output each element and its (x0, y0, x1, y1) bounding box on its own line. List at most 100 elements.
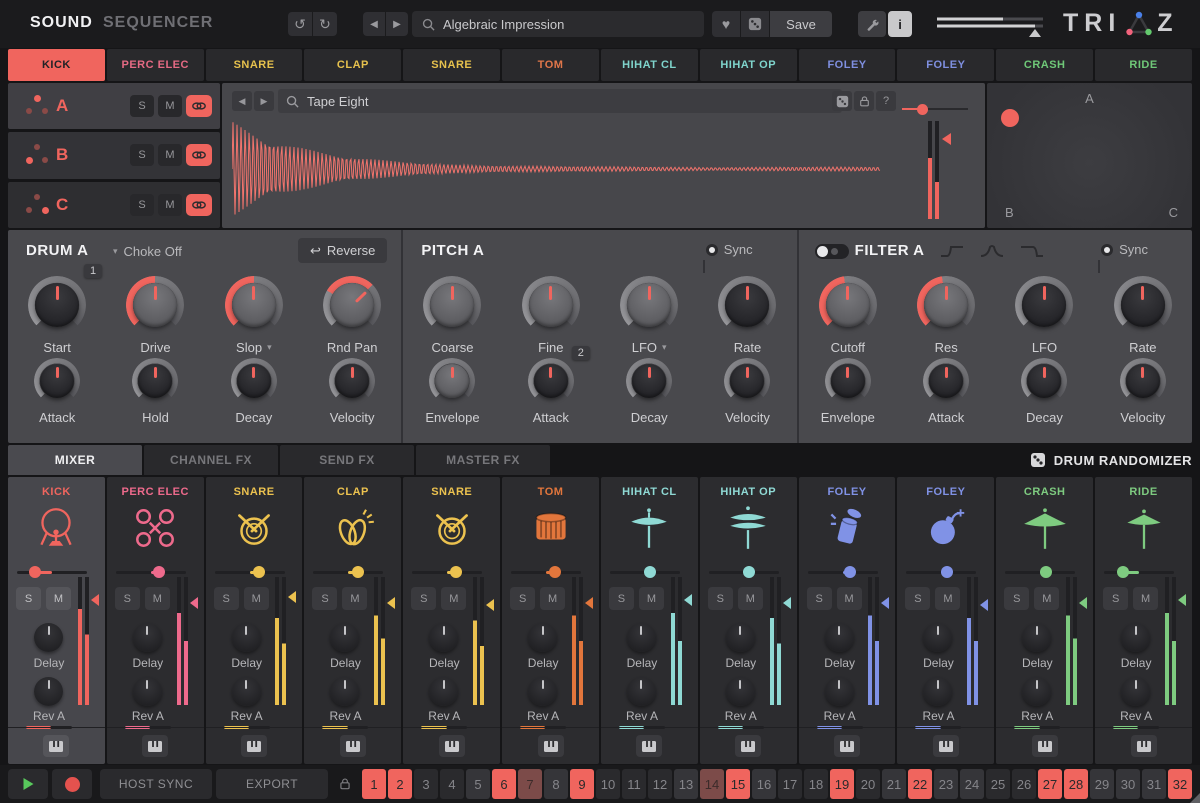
drum-pad-foley[interactable]: FOLEY (897, 49, 994, 81)
slider-handle[interactable] (153, 566, 165, 578)
pitch-sync-radio[interactable]: Sync (706, 242, 753, 257)
slider-handle[interactable] (644, 566, 656, 578)
tab-send-fx[interactable]: SEND FX (280, 445, 414, 475)
resize-handle[interactable] (1190, 793, 1200, 803)
filter-attack-knob[interactable] (923, 358, 969, 404)
host-sync-button[interactable]: HOST SYNC (100, 769, 212, 799)
step-7[interactable]: 7 (518, 769, 542, 799)
pitch-rate-knob[interactable] (718, 276, 776, 334)
pitch-lfo-dropdown[interactable]: LFO▾ (632, 340, 667, 355)
channel-mute-button[interactable]: M (244, 587, 269, 610)
channel-solo-button[interactable]: S (708, 587, 733, 610)
channel-reverb-knob[interactable] (726, 677, 755, 706)
layer-mute-button[interactable]: M (158, 194, 182, 216)
channel-volume-slider[interactable] (1005, 566, 1075, 578)
mixer-channel-foley[interactable]: FOLEYSMDelayRev A (799, 477, 896, 764)
channel-mute-button[interactable]: M (935, 587, 960, 610)
channel-keyboard-button[interactable] (142, 735, 168, 757)
next-preset-button[interactable]: ▶ (386, 12, 408, 36)
slider-handle[interactable] (1040, 566, 1052, 578)
channel-delay-knob[interactable] (232, 623, 261, 652)
channel-delay-knob[interactable] (627, 623, 656, 652)
channel-solo-button[interactable]: S (1103, 587, 1128, 610)
filter-envelope-knob[interactable] (825, 358, 871, 404)
channel-volume-slider[interactable] (116, 566, 186, 578)
step-6[interactable]: 6 (492, 769, 516, 799)
channel-volume-slider[interactable] (1104, 566, 1174, 578)
channel-solo-button[interactable]: S (214, 587, 239, 610)
channel-reverb-knob[interactable] (923, 677, 952, 706)
drum-start-knob[interactable]: 1 (28, 276, 86, 334)
undo-button[interactable]: ↺ (288, 12, 312, 36)
drum-pad-foley[interactable]: FOLEY (799, 49, 896, 81)
slider-handle[interactable] (941, 566, 953, 578)
channel-solo-button[interactable]: S (807, 587, 832, 610)
favorite-button[interactable]: ♥ (712, 11, 740, 37)
slider-handle[interactable] (29, 566, 41, 578)
filter-decay-knob[interactable] (1021, 358, 1067, 404)
slider-handle[interactable] (450, 566, 462, 578)
lowpass-icon[interactable] (1019, 244, 1045, 258)
channel-solo-button[interactable]: S (609, 587, 634, 610)
channel-mute-button[interactable]: M (837, 587, 862, 610)
mixer-channel-hihat-op[interactable]: HIHAT OPSMDelayRev A (700, 477, 797, 764)
pitch-attack-knob[interactable]: 2 (528, 358, 574, 404)
channel-solo-button[interactable]: S (312, 587, 337, 610)
slider-handle[interactable] (1117, 566, 1129, 578)
reverse-button[interactable]: ↩Reverse (298, 238, 387, 263)
layer-link-button[interactable] (186, 144, 212, 166)
sample-prev-button[interactable]: ◀ (232, 91, 252, 111)
channel-delay-knob[interactable] (825, 623, 854, 652)
drum-pad-hihat-op[interactable]: HIHAT OP (700, 49, 797, 81)
channel-solo-button[interactable]: S (115, 587, 140, 610)
channel-delay-knob[interactable] (923, 623, 952, 652)
channel-reverb-knob[interactable] (528, 677, 557, 706)
mixer-channel-snare[interactable]: SNARESMDelayRev A (206, 477, 303, 764)
mixer-channel-snare[interactable]: SNARESMDelayRev A (403, 477, 500, 764)
step-19[interactable]: 19 (830, 769, 854, 799)
tab-channel-fx[interactable]: CHANNEL FX (144, 445, 278, 475)
layer-solo-button[interactable]: S (130, 194, 154, 216)
channel-mute-button[interactable]: M (342, 587, 367, 610)
layer-link-button[interactable] (186, 95, 212, 117)
channel-keyboard-button[interactable] (1032, 735, 1058, 757)
drum-randomizer-button[interactable]: DRUM RANDOMIZER (1030, 445, 1192, 475)
drum-pad-perc-elec[interactable]: PERC ELEC (107, 49, 204, 81)
pitch-velocity-knob[interactable] (724, 358, 770, 404)
pitch-decay-knob[interactable] (626, 358, 672, 404)
step-29[interactable]: 29 (1090, 769, 1114, 799)
channel-keyboard-button[interactable] (43, 735, 69, 757)
channel-mute-button[interactable]: M (540, 587, 565, 610)
step-9[interactable]: 9 (570, 769, 594, 799)
layer-link-button[interactable] (186, 194, 212, 216)
step-15[interactable]: 15 (726, 769, 750, 799)
channel-keyboard-button[interactable] (933, 735, 959, 757)
mixer-channel-crash[interactable]: CRASHSMDelayRev A (996, 477, 1093, 764)
drum-decay-knob[interactable] (231, 358, 277, 404)
channel-volume-slider[interactable] (906, 566, 976, 578)
mixer-channel-kick[interactable]: KICKSMDelayRev A (8, 477, 105, 764)
mixer-channel-perc-elec[interactable]: PERC ELECSMDelayRev A (107, 477, 204, 764)
random-preset-button[interactable] (741, 11, 769, 37)
channel-solo-button[interactable]: S (411, 587, 436, 610)
channel-volume-slider[interactable] (215, 566, 285, 578)
step-8[interactable]: 8 (544, 769, 568, 799)
sample-help-button[interactable]: ? (876, 91, 896, 111)
channel-mute-button[interactable]: M (1034, 587, 1059, 610)
settings-button[interactable] (858, 11, 886, 37)
channel-delay-knob[interactable] (330, 623, 359, 652)
save-button[interactable]: Save (770, 11, 832, 37)
pattern-lock-button[interactable] (334, 769, 356, 799)
bandpass-icon[interactable] (979, 244, 1005, 258)
channel-reverb-knob[interactable] (429, 677, 458, 706)
channel-mute-button[interactable]: M (441, 587, 466, 610)
layer-row-c[interactable]: CSM (8, 182, 220, 228)
filter-lfo-knob[interactable] (1015, 276, 1073, 334)
channel-keyboard-button[interactable] (241, 735, 267, 757)
channel-solo-button[interactable]: S (510, 587, 535, 610)
pitch-coarse-knob[interactable] (423, 276, 481, 334)
play-button[interactable] (8, 769, 48, 799)
channel-volume-slider[interactable] (709, 566, 779, 578)
step-4[interactable]: 4 (440, 769, 464, 799)
export-button[interactable]: EXPORT (216, 769, 328, 799)
